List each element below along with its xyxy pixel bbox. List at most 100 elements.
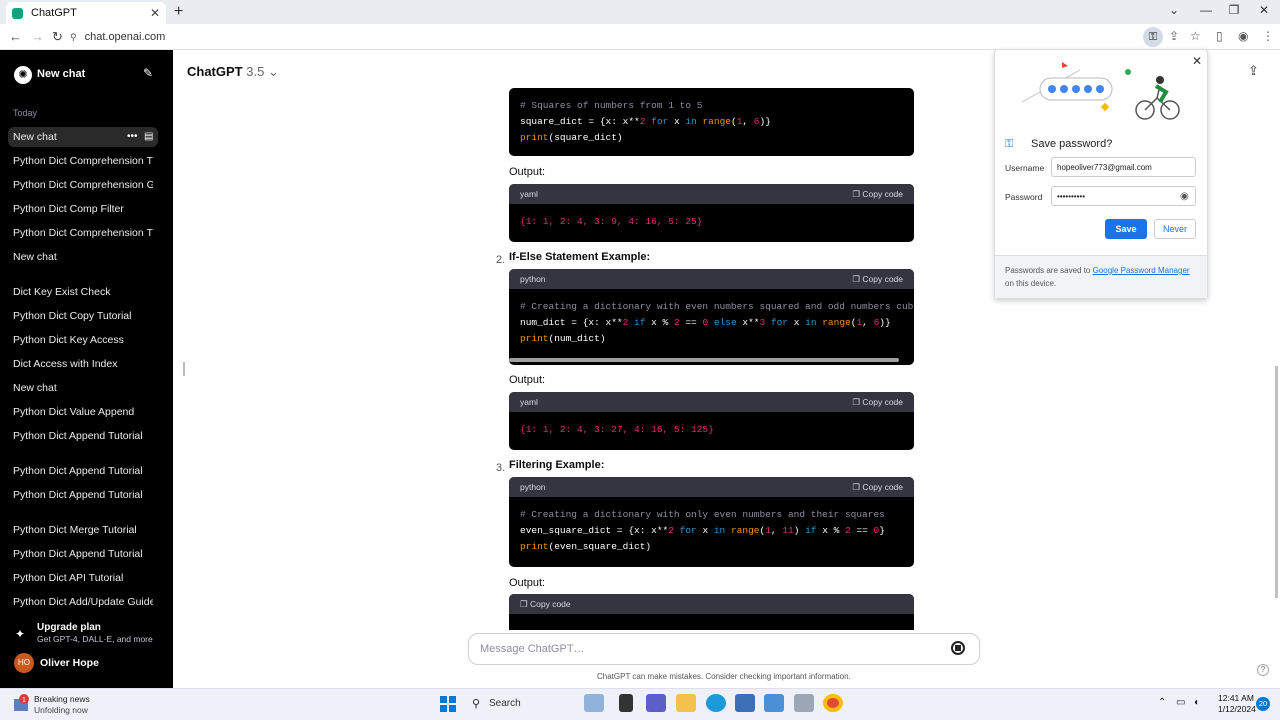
store-icon[interactable] [735, 694, 755, 712]
teams-icon[interactable] [646, 694, 666, 712]
copy-code-button[interactable]: ❐ Copy code [520, 599, 571, 610]
username-label: Username [1005, 163, 1045, 173]
sidebar-chat-item[interactable]: Python Dict Comprehension Guid [13, 179, 153, 191]
output-label: Output: [509, 374, 546, 386]
show-password-icon[interactable]: ◉ [1180, 191, 1189, 202]
user-name[interactable]: Oliver Hope [40, 657, 99, 669]
code-block: yaml ❐ Copy code {1: 1, 2: 4, 3: 9, 4: 16… [509, 184, 914, 242]
volume-icon[interactable]: ◖ [1193, 697, 1199, 708]
password-field[interactable]: •••••••••• [1051, 186, 1196, 206]
sidebar-chat-item[interactable]: Python Dict Value Append [13, 406, 153, 418]
show-hidden-icons-icon[interactable]: ⌃ [1158, 697, 1166, 708]
sidebar-toggle-handle[interactable] [183, 362, 185, 376]
sidebar-chat-item[interactable]: Python Dict Copy Tutorial [13, 310, 153, 322]
password-key-icon[interactable]: ⚿ [1143, 27, 1163, 47]
sidebar-chat-item[interactable]: Python Dict API Tutorial [13, 572, 153, 584]
notification-badge[interactable]: 20 [1256, 697, 1270, 711]
sidebar-chat-item[interactable]: Python Dict Append Tutorial [13, 489, 153, 501]
chrome-icon[interactable] [823, 694, 843, 712]
tab-search-icon[interactable]: ⌄ [1163, 3, 1185, 17]
profile-icon[interactable]: ◉ [1238, 29, 1248, 43]
close-icon[interactable]: ✕ [1192, 54, 1202, 68]
sidebar-chat-item[interactable]: Python Dict Comp Filter [13, 203, 153, 215]
sidebar-chat-item[interactable]: Python Dict Append Tutorial [13, 548, 153, 560]
compose-icon[interactable]: ✎ [143, 66, 153, 80]
password-manager-link[interactable]: Google Password Manager [1093, 266, 1190, 275]
avatar[interactable]: HO [14, 653, 34, 673]
copy-code-button[interactable]: ❐ Copy code [852, 482, 903, 493]
sidebar-chat-item[interactable]: Python Dict Comprehension Tutor [13, 155, 153, 167]
browser-menu-icon[interactable]: ⋮ [1262, 29, 1274, 43]
file-explorer-icon[interactable] [676, 694, 696, 712]
browser-tab[interactable]: ChatGPT ✕ [6, 2, 166, 24]
sidebar-chat-item[interactable]: Python Dict Add/Update Guide [13, 596, 153, 608]
network-icon[interactable]: ▭ [1176, 697, 1185, 708]
sidebar-chat-item[interactable]: Python Dict Comprehension Tutor [13, 227, 153, 239]
never-button[interactable]: Never [1154, 219, 1196, 239]
side-panel-icon[interactable]: ▯ [1216, 29, 1223, 43]
new-chat-button[interactable]: New chat [37, 68, 85, 80]
window-close-icon[interactable]: ✕ [1253, 3, 1275, 17]
username-field[interactable]: hopeoliver773@gmail.com [1051, 157, 1196, 177]
edge-icon[interactable] [706, 694, 726, 712]
sidebar-chat-item[interactable]: New chat [13, 382, 153, 394]
copy-code-button[interactable]: ❐ Copy code [852, 397, 903, 408]
code-content: # Creating a dictionary with even number… [520, 301, 914, 344]
cyclist-illustration [1021, 62, 1180, 120]
page-scrollbar[interactable] [1275, 366, 1278, 598]
sidebar-chat-item[interactable]: Python Dict Key Access [13, 334, 153, 346]
code-block: python ❐ Copy code # Creating a dictionar… [509, 477, 914, 567]
code-horizontal-scrollbar[interactable] [509, 358, 899, 362]
taskbar-search[interactable]: Search [489, 698, 521, 709]
code-content: {1: 1, 2: 4, 3: 27, 4: 16, 5: 125} [520, 424, 714, 435]
forward-icon[interactable]: → [31, 29, 44, 44]
stop-generating-button[interactable] [951, 641, 965, 655]
sidebar-chat-item[interactable]: Dict Access with Index [13, 358, 153, 370]
back-icon[interactable]: ← [9, 29, 22, 44]
more-options-icon[interactable]: ••• [127, 131, 138, 142]
code-language: python [520, 274, 546, 284]
save-button[interactable]: Save [1105, 219, 1147, 239]
task-view-icon[interactable] [619, 694, 633, 712]
sidebar-chat-item[interactable]: New chat [13, 251, 153, 263]
sidebar-chat-item[interactable]: Dict Key Exist Check [13, 286, 153, 298]
upgrade-plan-button[interactable]: Upgrade plan [37, 622, 101, 633]
search-icon[interactable]: ⚲ [472, 697, 480, 710]
windows-start-icon[interactable] [440, 696, 456, 712]
close-tab-icon[interactable]: ✕ [150, 6, 160, 20]
code-language: yaml [520, 397, 538, 407]
model-selector[interactable]: ChatGPT 3.5 ⌄ [187, 64, 279, 80]
share-page-icon[interactable]: ⇪ [1169, 29, 1179, 43]
minimize-icon[interactable]: — [1195, 3, 1217, 17]
chatgpt-logo-icon[interactable]: ✺ [14, 66, 32, 84]
url-field[interactable]: ⚲ chat.openai.com [70, 28, 1130, 46]
app-icon[interactable] [794, 694, 814, 712]
chatgpt-favicon-icon [12, 7, 23, 19]
sidebar-chat-item[interactable]: Python Dict Append Tutorial [13, 465, 153, 477]
clock[interactable]: 12:41 AM 1/12/2024 [1218, 693, 1256, 715]
archive-icon[interactable]: ▤ [144, 131, 153, 142]
vpn-icon[interactable] [764, 694, 784, 712]
site-info-icon[interactable]: ⚲ [70, 32, 77, 43]
sidebar-chat-item[interactable]: Python Dict Append Tutorial [13, 430, 153, 442]
share-chat-icon[interactable]: ⇪ [1248, 63, 1259, 79]
disclaimer-text: ChatGPT can make mistakes. Consider chec… [597, 672, 851, 681]
sidebar-chat-item[interactable]: Python Dict Merge Tutorial [13, 524, 153, 536]
section-heading: If-Else Statement Example: [509, 251, 651, 263]
reload-icon[interactable]: ↻ [52, 29, 63, 45]
new-tab-icon[interactable]: + [174, 3, 183, 21]
news-widget-icon[interactable]: 1 [12, 694, 32, 712]
help-icon[interactable]: ? [1257, 664, 1269, 676]
bookmark-star-icon[interactable]: ☆ [1190, 29, 1201, 43]
code-content: # Creating a dictionary with only even n… [520, 509, 885, 552]
news-title[interactable]: Breaking news [34, 694, 90, 704]
chevron-down-icon: ⌄ [267, 64, 279, 79]
code-block: # Squares of numbers from 1 to 5 square_… [509, 88, 914, 156]
copy-code-button[interactable]: ❐ Copy code [852, 189, 903, 200]
maximize-icon[interactable]: ❐ [1223, 3, 1245, 17]
widgets-icon[interactable] [584, 694, 604, 712]
model-version: 3.5 [246, 64, 265, 79]
copy-code-button[interactable]: ❐ Copy code [852, 274, 903, 285]
list-number: 3. [496, 462, 506, 474]
key-icon: ⚿ [1005, 138, 1014, 150]
